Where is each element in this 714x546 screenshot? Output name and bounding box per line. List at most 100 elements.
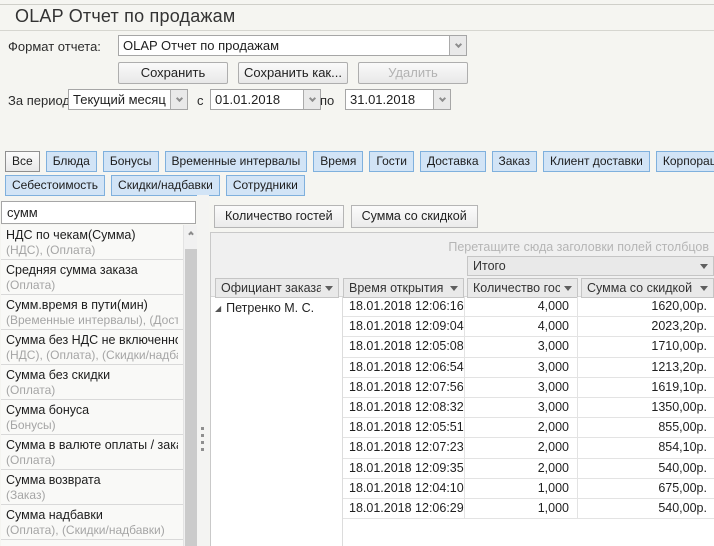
category-tab[interactable]: Клиент доставки: [543, 151, 650, 172]
field-list-item[interactable]: Сумма в валюте оплаты / заказ (Оплата): [1, 435, 183, 470]
table-row[interactable]: 18.01.2018 12:06:29 1,000 540,00р.: [343, 499, 714, 519]
category-tab[interactable]: Скидки/надбавки: [111, 175, 220, 196]
field-search-input[interactable]: [1, 201, 196, 224]
cell-open-time: 18.01.2018 12:06:54: [343, 358, 465, 377]
chevron-down-icon[interactable]: [449, 36, 466, 55]
column-header-waiter[interactable]: Официант заказа: [215, 278, 339, 298]
category-tab[interactable]: Время: [313, 151, 363, 172]
field-list-item[interactable]: Сумма без НДС не включенного в с (НДС), …: [1, 330, 183, 365]
cell-guests: 2,000: [465, 418, 578, 437]
category-tab[interactable]: Бонусы: [103, 151, 159, 172]
category-tab[interactable]: Заказ: [492, 151, 537, 172]
field-list-item[interactable]: Сумма бонуса (Бонусы): [1, 400, 183, 435]
field-list-item[interactable]: Сумма надбавки (Оплата), (Скидки/надбавк…: [1, 505, 183, 540]
field-list-item[interactable]: Сумм.время в пути(мин) (Временные интерв…: [1, 295, 183, 330]
period-select[interactable]: Текущий месяц: [68, 89, 188, 110]
field-list-item[interactable]: Сумма без скидки (Оплата): [1, 365, 183, 400]
table-row[interactable]: 18.01.2018 12:05:08 3,000 1710,00р.: [343, 337, 714, 357]
field-title: Сумма без скидки: [6, 367, 178, 383]
format-select[interactable]: OLAP Отчет по продажам: [118, 35, 467, 56]
cell-sum: 1710,00р.: [578, 337, 714, 356]
column-header-open-time[interactable]: Время открытия: [343, 278, 464, 298]
field-title: Сумма бонуса: [6, 402, 178, 418]
save-as-button[interactable]: Сохранить как...: [238, 62, 348, 84]
dropdown-arrow-icon[interactable]: [700, 264, 708, 269]
field-title: Сумма надбавки: [6, 507, 178, 523]
cell-open-time: 18.01.2018 12:08:32: [343, 398, 465, 417]
field-categories: (Оплата): [6, 278, 178, 293]
dropdown-arrow-icon[interactable]: [700, 286, 708, 291]
totals-column-header[interactable]: Итого: [467, 256, 714, 276]
format-select-value: OLAP Отчет по продажам: [119, 38, 449, 53]
category-tab[interactable]: Доставка: [420, 151, 486, 172]
group-expand-icon[interactable]: ◢: [215, 304, 221, 313]
category-tab[interactable]: Сотрудники: [226, 175, 305, 196]
column-header-label: Сумма со скидкой: [587, 281, 696, 295]
measure-chips: Количество гостей Сумма со скидкой: [214, 205, 478, 228]
category-tab[interactable]: Корпорация: [656, 151, 714, 172]
group-row-waiter[interactable]: ◢Петренко М. С.: [211, 297, 343, 546]
table-row[interactable]: 18.01.2018 12:07:56 3,000 1619,10р.: [343, 378, 714, 398]
column-header-guests[interactable]: Количество гостей: [467, 278, 578, 298]
panel-splitter[interactable]: [197, 195, 209, 546]
cell-open-time: 18.01.2018 12:09:35: [343, 459, 465, 478]
cell-guests: 3,000: [465, 358, 578, 377]
cell-guests: 3,000: [465, 337, 578, 356]
pivot-grid: Перетащите сюда заголовки полей столбцов…: [210, 232, 714, 546]
dropdown-arrow-icon[interactable]: [564, 286, 572, 291]
field-list-scrollbar[interactable]: [183, 225, 197, 546]
cell-open-time: 18.01.2018 12:05:51: [343, 418, 465, 437]
table-row[interactable]: 18.01.2018 12:07:23 2,000 854,10р.: [343, 438, 714, 458]
date-to-picker[interactable]: 31.01.2018: [345, 89, 451, 110]
field-categories: (Заказ): [6, 488, 178, 503]
table-row[interactable]: 18.01.2018 12:04:10 1,000 675,00р.: [343, 479, 714, 499]
cell-sum: 1619,10р.: [578, 378, 714, 397]
save-button[interactable]: Сохранить: [118, 62, 228, 84]
cell-open-time: 18.01.2018 12:06:16: [343, 297, 465, 316]
table-row[interactable]: 18.01.2018 12:09:04 4,000 2023,20р.: [343, 317, 714, 337]
scroll-up-icon[interactable]: [184, 225, 198, 241]
category-tab[interactable]: Блюда: [46, 151, 97, 172]
category-tab[interactable]: Временные интервалы: [165, 151, 308, 172]
dropdown-arrow-icon[interactable]: [450, 286, 458, 291]
chevron-down-icon[interactable]: [303, 90, 320, 109]
category-tab[interactable]: Гости: [369, 151, 414, 172]
scrollbar-thumb[interactable]: [185, 249, 197, 546]
category-tabs-row-2: Себестоимость Скидки/надбавки Сотрудники: [5, 175, 714, 196]
field-categories: (Временные интервалы), (Доставка): [6, 313, 178, 328]
cell-sum: 855,00р.: [578, 418, 714, 437]
chevron-down-icon[interactable]: [170, 90, 187, 109]
cell-sum: 675,00р.: [578, 479, 714, 498]
field-list-item[interactable]: НДС по чекам(Сумма) (НДС), (Оплата): [1, 225, 183, 260]
period-select-value: Текущий месяц: [69, 92, 170, 107]
category-tab[interactable]: Себестоимость: [5, 175, 105, 196]
field-categories: (Оплата): [6, 453, 178, 468]
cell-sum: 540,00р.: [578, 459, 714, 478]
column-header-sum[interactable]: Сумма со скидкой: [581, 278, 714, 298]
field-list: НДС по чекам(Сумма) (НДС), (Оплата) Сред…: [1, 225, 183, 546]
measure-chip[interactable]: Сумма со скидкой: [351, 205, 478, 228]
cell-open-time: 18.01.2018 12:07:56: [343, 378, 465, 397]
cell-guests: 2,000: [465, 459, 578, 478]
table-row[interactable]: 18.01.2018 12:08:32 3,000 1350,00р.: [343, 398, 714, 418]
cell-guests: 2,000: [465, 438, 578, 457]
cell-guests: 3,000: [465, 378, 578, 397]
tab-all[interactable]: Все: [5, 151, 40, 172]
cell-open-time: 18.01.2018 12:07:23: [343, 438, 465, 457]
grid-header-band: Перетащите сюда заголовки полей столбцов…: [211, 233, 714, 297]
table-row[interactable]: 18.01.2018 12:06:16 4,000 1620,00р.: [343, 297, 714, 317]
field-list-item[interactable]: Сумма возврата (Заказ): [1, 470, 183, 505]
date-from-picker[interactable]: 01.01.2018: [210, 89, 321, 110]
column-header-label: Количество гостей: [473, 281, 560, 295]
table-row[interactable]: 18.01.2018 12:06:54 3,000 1213,20р.: [343, 358, 714, 378]
table-row[interactable]: 18.01.2018 12:05:51 2,000 855,00р.: [343, 418, 714, 438]
cell-open-time: 18.01.2018 12:09:04: [343, 317, 465, 336]
measure-chip[interactable]: Количество гостей: [214, 205, 344, 228]
table-row[interactable]: 18.01.2018 12:09:35 2,000 540,00р.: [343, 459, 714, 479]
page-title: OLAP Отчет по продажам: [8, 6, 242, 27]
field-list-item[interactable]: Средняя сумма заказа (Оплата): [1, 260, 183, 295]
chevron-down-icon[interactable]: [433, 90, 450, 109]
dropdown-arrow-icon[interactable]: [325, 286, 333, 291]
field-categories: (Оплата): [6, 383, 178, 398]
column-header-label: Официант заказа: [221, 281, 321, 295]
